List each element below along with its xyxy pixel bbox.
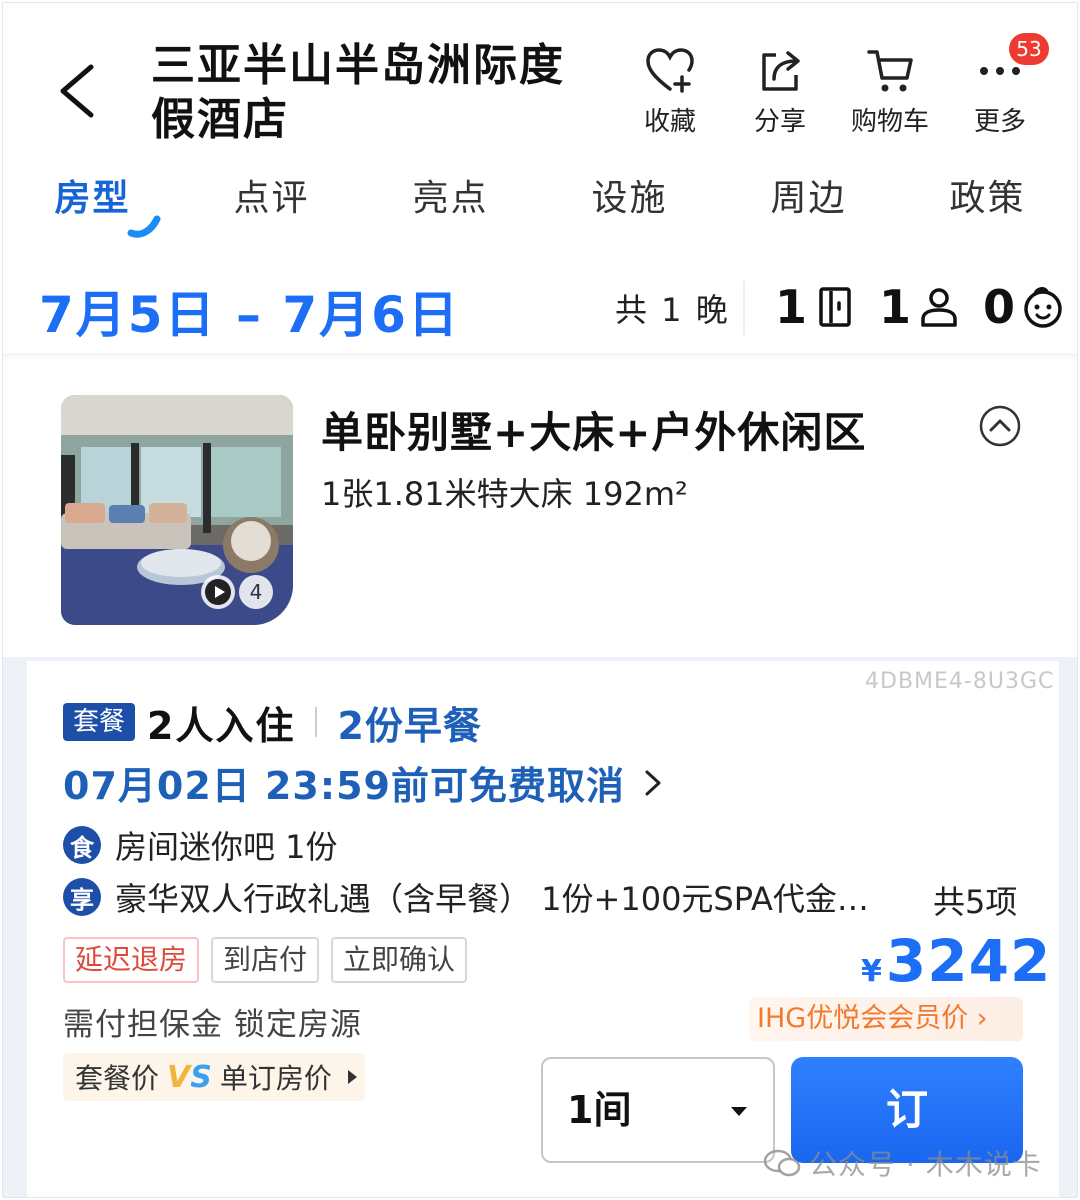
- perk-text: 房间迷你吧 1份: [115, 828, 338, 866]
- package-code: 4DBME4-8U3GC: [865, 669, 1055, 694]
- vs-icon: VS: [167, 1059, 212, 1095]
- watermark: 公众号 · 木木说卡: [763, 1143, 1042, 1183]
- share-icon: [752, 43, 808, 99]
- package-tag: 套餐: [63, 703, 136, 741]
- chevron-right-icon: [645, 770, 661, 795]
- price-value: 3242: [885, 927, 1052, 995]
- divider: [315, 707, 318, 737]
- price-compare-button[interactable]: 套餐价 VS 单订房价: [63, 1053, 365, 1101]
- package-guests: 2人入住: [147, 703, 296, 748]
- header-actions: 收藏 分享 购物车 更多 53: [615, 33, 1055, 143]
- cart-label: 购物车: [850, 107, 929, 137]
- perk-item: 食 房间迷你吧 1份: [63, 821, 338, 869]
- caret-down-icon: [731, 1107, 747, 1116]
- section-tabs: 房型 点评 亮点 设施 周边 政策: [3, 167, 1077, 238]
- tab-reviews[interactable]: 点评: [182, 167, 361, 237]
- tab-nearby[interactable]: 周边: [719, 167, 898, 237]
- door-icon: [819, 287, 851, 327]
- chevron-up-icon[interactable]: [979, 405, 1021, 447]
- photo-count: 4: [239, 575, 273, 609]
- food-icon: 食: [63, 826, 101, 864]
- tab-policies[interactable]: 政策: [898, 167, 1077, 237]
- room-count: 1: [775, 280, 808, 334]
- cart-icon: [862, 43, 918, 99]
- night-count: 共 1 晚: [615, 291, 730, 329]
- tab-highlights[interactable]: 亮点: [361, 167, 540, 237]
- hotel-room-page: 三亚半山半岛洲际度假酒店 收藏 分享 购物车 更多 53 房型 点评 亮点 设施…: [2, 2, 1078, 1198]
- tag-pay-at-hotel: 到店付: [211, 937, 320, 983]
- cart-button[interactable]: 购物车: [835, 43, 945, 143]
- favorite-button[interactable]: 收藏: [615, 43, 725, 143]
- child-count: 0: [983, 280, 1016, 334]
- more-label: 更多: [973, 107, 1026, 137]
- room-name: 单卧别墅+大床+户外休闲区: [321, 408, 867, 457]
- tag-late-checkout: 延迟退房: [63, 937, 200, 983]
- tab-facilities[interactable]: 设施: [540, 167, 719, 237]
- room-quantity-select[interactable]: 1间: [541, 1057, 775, 1163]
- more-button[interactable]: 更多 53: [945, 33, 1055, 143]
- quantity-value: 1间: [567, 1088, 632, 1132]
- watermark-text: 公众号 · 木木说卡: [809, 1148, 1042, 1181]
- share-button[interactable]: 分享: [725, 43, 835, 143]
- tag-instant-confirm: 立即确认: [331, 937, 468, 983]
- back-icon[interactable]: [55, 61, 99, 121]
- divider: [743, 281, 745, 335]
- favorite-label: 收藏: [643, 107, 696, 137]
- heart-plus-icon: [642, 43, 698, 99]
- member-price-tag[interactable]: IHG优悦会会员价 ›: [749, 997, 1023, 1041]
- adult-icon: [921, 288, 957, 327]
- notification-badge: 53: [1009, 33, 1049, 65]
- package-header: 套餐 2人入住 2份早餐: [63, 697, 482, 748]
- cancellation-text: 07月02日 23:59前可免费取消: [63, 764, 625, 808]
- perk-text: 豪华双人行政礼遇（含早餐） 1份+100元SPA代金…: [115, 880, 869, 918]
- cancellation-policy[interactable]: 07月02日 23:59前可免费取消: [63, 755, 665, 810]
- caret-right-icon: [347, 1070, 357, 1084]
- perk-item[interactable]: 享 豪华双人行政礼遇（含早餐） 1份+100元SPA代金…: [63, 873, 869, 921]
- hotel-name: 三亚半山半岛洲际度假酒店: [151, 40, 565, 145]
- deposit-note: 需付担保金 锁定房源: [63, 1007, 362, 1043]
- child-icon: [1024, 287, 1062, 328]
- share-label: 分享: [753, 107, 806, 137]
- currency-symbol: ¥: [861, 954, 882, 989]
- active-tab-indicator: [127, 215, 161, 238]
- adult-count: 1: [879, 280, 912, 334]
- room-photo[interactable]: 4: [61, 395, 293, 625]
- stay-dates[interactable]: 7月5日 – 7月6日: [39, 275, 460, 347]
- package-breakfast: 2份早餐: [337, 703, 482, 748]
- perk-total[interactable]: 共5项: [933, 877, 1017, 923]
- package-tags: 延迟退房 到店付 立即确认: [63, 937, 479, 983]
- compare-left: 套餐价: [75, 1062, 160, 1095]
- package-price: ¥ 3242: [861, 927, 1051, 995]
- section-divider: [3, 353, 1077, 361]
- occupancy-selector[interactable]: 1 1 0: [775, 277, 1065, 337]
- enjoy-icon: 享: [63, 878, 101, 916]
- room-details: 1张1.81米特大床 192m²: [321, 475, 688, 513]
- compare-right: 单订房价: [219, 1062, 332, 1095]
- wechat-icon: [763, 1149, 801, 1177]
- play-video-icon[interactable]: [201, 575, 235, 609]
